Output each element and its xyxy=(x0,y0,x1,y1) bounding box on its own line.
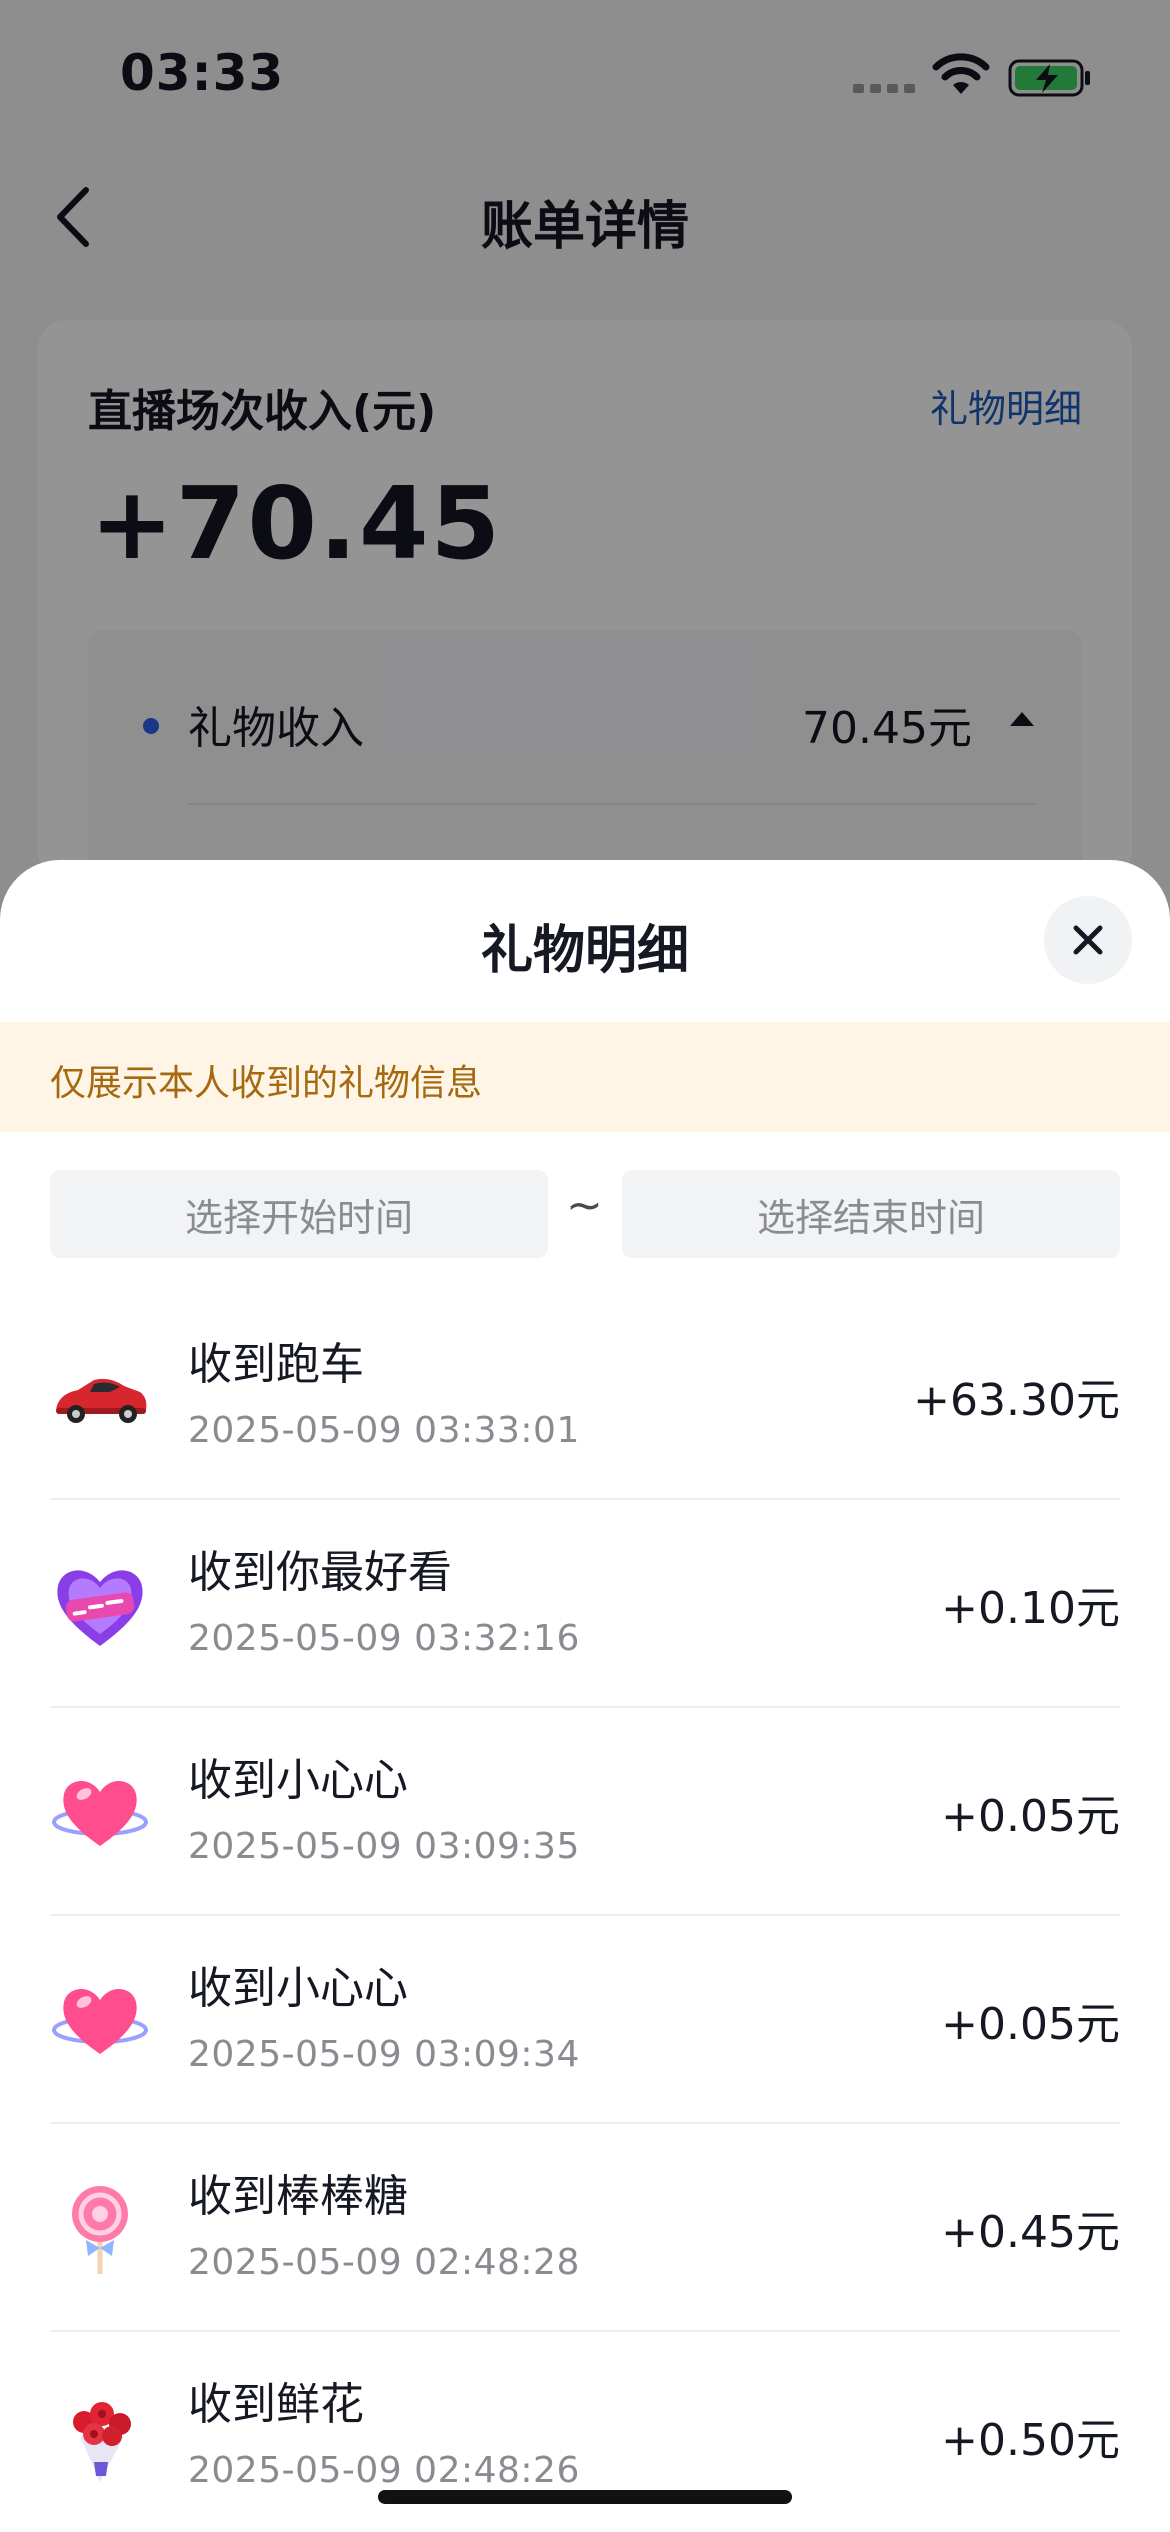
gift-amount: +0.50元 xyxy=(941,2415,1120,2466)
gift-name: 收到小心心 xyxy=(188,1755,408,1806)
gift-amount: +0.10元 xyxy=(941,1583,1120,1634)
close-icon xyxy=(1073,925,1103,955)
gift-amount: +63.30元 xyxy=(913,1375,1120,1426)
sheet-title: 礼物明细 xyxy=(480,921,689,981)
gift-time: 2025-05-09 02:48:28 xyxy=(188,2242,580,2283)
end-time-picker[interactable]: 选择结束时间 xyxy=(622,1170,1120,1258)
heart-icon xyxy=(52,1780,148,1846)
list-item[interactable]: 收到小心心 2025-05-09 03:09:34 +0.05元 xyxy=(50,1916,1120,2124)
flower-bouquet-icon xyxy=(73,2402,131,2482)
gift-amount: +0.45元 xyxy=(941,2207,1120,2258)
gift-amount: +0.05元 xyxy=(941,1791,1120,1842)
start-time-picker[interactable]: 选择开始时间 xyxy=(50,1170,548,1258)
gift-name: 收到棒棒糖 xyxy=(188,2171,408,2222)
notice-banner: 仅展示本人收到的礼物信息 xyxy=(0,1022,1170,1132)
gift-time: 2025-05-09 03:33:01 xyxy=(188,1410,580,1451)
list-item[interactable]: 收到棒棒糖 2025-05-09 02:48:28 +0.45元 xyxy=(50,2124,1120,2332)
list-item[interactable]: 收到你最好看 2025-05-09 03:32:16 +0.10元 xyxy=(50,1500,1120,1708)
heart-badge-icon xyxy=(57,1570,143,1646)
gift-time: 2025-05-09 03:32:16 xyxy=(188,1618,580,1659)
gift-detail-sheet: 礼物明细 仅展示本人收到的礼物信息 选择开始时间 ~ 选择结束时间 收到跑车 2… xyxy=(0,860,1170,2532)
list-item[interactable]: 收到小心心 2025-05-09 03:09:35 +0.05元 xyxy=(50,1708,1120,1916)
gift-name: 收到跑车 xyxy=(188,1339,364,1390)
gift-list: 收到跑车 2025-05-09 03:33:01 +63.30元 收到你最好看 … xyxy=(0,1292,1170,2532)
close-button[interactable] xyxy=(1044,896,1132,984)
list-item[interactable]: 收到跑车 2025-05-09 03:33:01 +63.30元 xyxy=(50,1292,1120,1500)
notice-text: 仅展示本人收到的礼物信息 xyxy=(50,1063,483,1104)
gift-name: 收到你最好看 xyxy=(188,1547,452,1598)
sports-car-icon xyxy=(56,1378,147,1423)
heart-icon xyxy=(52,1988,148,2054)
range-separator: ~ xyxy=(566,1180,603,1231)
date-range-filter: 选择开始时间 ~ 选择结束时间 xyxy=(0,1170,1170,1258)
gift-name: 收到小心心 xyxy=(188,1963,408,2014)
lollipop-icon xyxy=(72,2186,128,2274)
gift-time: 2025-05-09 03:09:35 xyxy=(188,1826,580,1867)
gift-time: 2025-05-09 03:09:34 xyxy=(188,2034,580,2075)
home-indicator[interactable] xyxy=(378,2490,792,2504)
gift-amount: +0.05元 xyxy=(941,1999,1120,2050)
gift-name: 收到鲜花 xyxy=(188,2379,364,2430)
gift-time: 2025-05-09 02:48:26 xyxy=(188,2450,580,2491)
